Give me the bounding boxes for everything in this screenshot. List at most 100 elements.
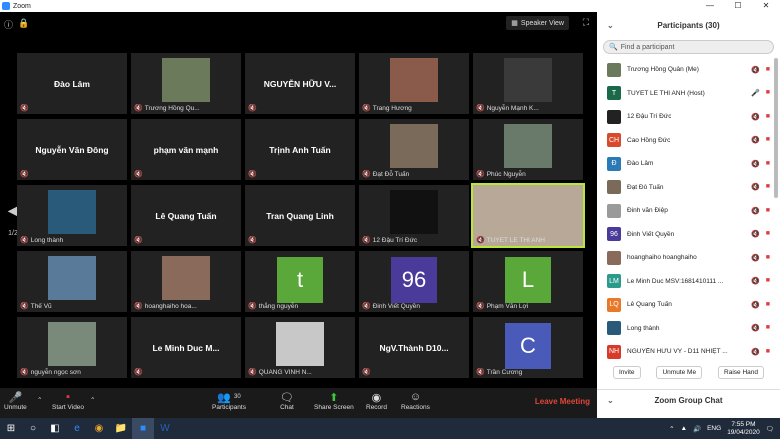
group-chat-header[interactable]: ⌄ Zoom Group Chat	[597, 389, 780, 411]
video-tile[interactable]: 🔇 Trang Hương	[359, 53, 469, 114]
chat-button[interactable]: 🗨 Chat	[280, 390, 294, 412]
info-icon[interactable]: ⓘ	[4, 18, 13, 31]
participant-row[interactable]: NH NGUYỄN HỮU VỸ - D11 NHIỆT ... 🔇 ■	[597, 340, 780, 362]
chrome-browser-icon[interactable]: ◉	[88, 418, 110, 439]
leave-meeting-button[interactable]: Leave Meeting	[535, 397, 590, 406]
participant-row[interactable]: LQ Lê Quang Tuấn 🔇 ■	[597, 293, 780, 317]
video-tile[interactable]: Lê Quang Tuấn 🔇	[131, 185, 241, 246]
record-button[interactable]: ◉ Record	[366, 390, 387, 412]
participant-row[interactable]: LM Le Minh Duc MSV:1681410111 ... 🔇 ■	[597, 270, 780, 294]
invite-button[interactable]: Invite	[612, 366, 641, 379]
tray-chevron-icon[interactable]: ⌃	[669, 425, 674, 433]
participant-row[interactable]: 12 Đậu Trí Đức 🔇 ■	[597, 105, 780, 129]
start-video-button[interactable]: ▪ Start Video	[52, 390, 84, 411]
video-tile[interactable]: 🔇 Trương Hồng Qu...	[131, 53, 241, 114]
mic-muted-icon: 🔇	[20, 171, 29, 178]
profile-photo	[162, 58, 210, 102]
participant-row[interactable]: 96 Đinh Viết Quyền 🔇 ■	[597, 223, 780, 247]
reactions-button[interactable]: ☺ Reactions	[401, 390, 430, 411]
tile-label: 🔇	[134, 368, 145, 376]
windows-start-icon[interactable]: ⊞	[0, 418, 22, 439]
tile-label-text: Đạt Đỗ Tuấn	[372, 170, 410, 178]
unmute-button[interactable]: 🎤 Unmute	[4, 390, 27, 412]
chevron-down-icon[interactable]: ⌄	[607, 21, 614, 30]
notifications-icon[interactable]: 🗨	[766, 425, 774, 433]
participants-button[interactable]: 👥 30 Participants	[212, 390, 246, 412]
video-tile[interactable]: Đào Lâm 🔇	[17, 53, 127, 114]
video-tile[interactable]: 🔇 Đạt Đỗ Tuấn	[359, 119, 469, 180]
participant-list-scrollbar[interactable]	[774, 58, 778, 198]
video-tile[interactable]: 🔇 Nguyễn Mạnh K...	[473, 53, 583, 114]
file-explorer-icon[interactable]: 📁	[110, 418, 132, 439]
raise-hand-button[interactable]: Raise Hand	[718, 366, 764, 379]
task-view-icon[interactable]: ◧	[44, 418, 66, 439]
participant-row[interactable]: Đ Đào Lâm 🔇 ■	[597, 152, 780, 176]
participant-display-name: NGUYỄN HỮU V...	[263, 78, 337, 89]
video-tile[interactable]: 🔇 12 Đậu Trí Đức	[359, 185, 469, 246]
video-tile[interactable]: NGUYỄN HỮU V... 🔇	[245, 53, 355, 114]
video-tile[interactable]: 🔇 Thế Vũ	[17, 251, 127, 312]
video-tile[interactable]: 🔇 QUANG VINH N...	[245, 317, 355, 378]
minimize-button[interactable]: —	[696, 0, 724, 12]
participants-icon: 👥 30	[217, 391, 241, 404]
participant-list: Trương Hồng Quân (Me) 🔇 ■ T TUYET LE THI ANH…	[597, 58, 780, 362]
avatar-letter: C	[505, 323, 551, 369]
participant-row[interactable]: CH Cao Hồng Đức 🔇 ■	[597, 129, 780, 153]
video-tile[interactable]: t 🔇 thắng nguyễn	[245, 251, 355, 312]
participant-display-name: Trịnh Anh Tuấn	[269, 144, 331, 155]
participant-search-input[interactable]: 🔍 Find a participant	[603, 40, 774, 54]
unmute-me-button[interactable]: Unmute Me	[656, 366, 703, 379]
video-tile[interactable]: Le Minh Duc M... 🔇	[131, 317, 241, 378]
video-tile[interactable]: 🔇 nguyễn ngọc sơn	[17, 317, 127, 378]
video-tile[interactable]: phạm văn mạnh 🔇	[131, 119, 241, 180]
avatar: Đ	[607, 156, 621, 171]
participant-row[interactable]: T TUYET LE THI ANH (Host) 🎤 ■	[597, 82, 780, 106]
participant-status-icons: 🔇 ■	[751, 136, 770, 144]
video-tile[interactable]: C 🔇 Trần Cương	[473, 317, 583, 378]
video-tile[interactable]: NgV.Thành D10... 🔇	[359, 317, 469, 378]
clock[interactable]: 7:55 PM 19/04/2020	[727, 421, 760, 437]
profile-photo	[504, 58, 552, 102]
volume-icon[interactable]: 🔊	[693, 425, 701, 433]
word-app-icon[interactable]: W	[154, 418, 176, 439]
audio-options-caret[interactable]: ⌃	[37, 396, 42, 404]
video-tile[interactable]: Nguyễn Văn Đông 🔇	[17, 119, 127, 180]
participant-row[interactable]: Đinh văn Điệp 🔇 ■	[597, 199, 780, 223]
mic-muted-icon: 🔇	[248, 369, 257, 376]
share-screen-button[interactable]: ⬆ Share Screen	[314, 390, 354, 412]
participant-status-icons: 🔇 ■	[751, 183, 770, 191]
tile-label-text: Trang Hương	[372, 104, 412, 112]
video-options-caret[interactable]: ⌃	[90, 396, 95, 404]
participant-name: 12 Đậu Trí Đức	[627, 113, 672, 121]
mic-muted-icon: 🎤	[8, 391, 23, 404]
participant-row[interactable]: hoanghaiho hoanghaiho 🔇 ■	[597, 246, 780, 270]
video-tile[interactable]: Tran Quang Linh 🔇	[245, 185, 355, 246]
video-tile[interactable]: 96 🔇 Đinh Viết Quyền	[359, 251, 469, 312]
edge-browser-icon[interactable]: e	[66, 418, 88, 439]
video-tile[interactable]: 🔇 hoanghaiho hoa...	[131, 251, 241, 312]
video-tile[interactable]: Trịnh Anh Tuấn 🔇	[245, 119, 355, 180]
grid-icon: ▦	[511, 20, 518, 27]
close-button[interactable]: ✕	[752, 0, 780, 12]
video-off-icon: ■	[765, 300, 770, 308]
tile-label-text: Phạm Văn Lợi	[486, 302, 529, 310]
video-tile[interactable]: L 🔇 Phạm Văn Lợi	[473, 251, 583, 312]
participant-row[interactable]: Đạt Đỗ Tuấn 🔇 ■	[597, 176, 780, 200]
zoom-app-icon[interactable]: ■	[132, 418, 154, 439]
participant-row[interactable]: Long thành 🔇 ■	[597, 317, 780, 341]
search-icon[interactable]: ○	[22, 418, 44, 439]
avatar: NH	[607, 344, 621, 359]
encryption-shield-icon[interactable]: 🔒	[18, 18, 29, 31]
fullscreen-icon[interactable]: ⛶	[583, 17, 589, 28]
mic-muted-icon: 🔇	[751, 325, 760, 333]
video-tile[interactable]: 🔇 Long thành	[17, 185, 127, 246]
maximize-button[interactable]: ☐	[724, 0, 752, 12]
active-speaker-tile[interactable]: 🔇 TUYET LE THI ANH	[471, 183, 585, 248]
speaker-view-button[interactable]: ▦ Speaker View	[506, 16, 569, 30]
mic-muted-icon: 🔇	[751, 348, 760, 356]
tile-label: 🔇 12 Đậu Trí Đức	[362, 236, 417, 245]
language-indicator[interactable]: ENG	[707, 425, 721, 432]
network-icon[interactable]: ▲	[681, 425, 687, 432]
participant-row[interactable]: Trương Hồng Quân (Me) 🔇 ■	[597, 58, 780, 82]
video-tile[interactable]: 🔇 Phúc Nguyễn	[473, 119, 583, 180]
